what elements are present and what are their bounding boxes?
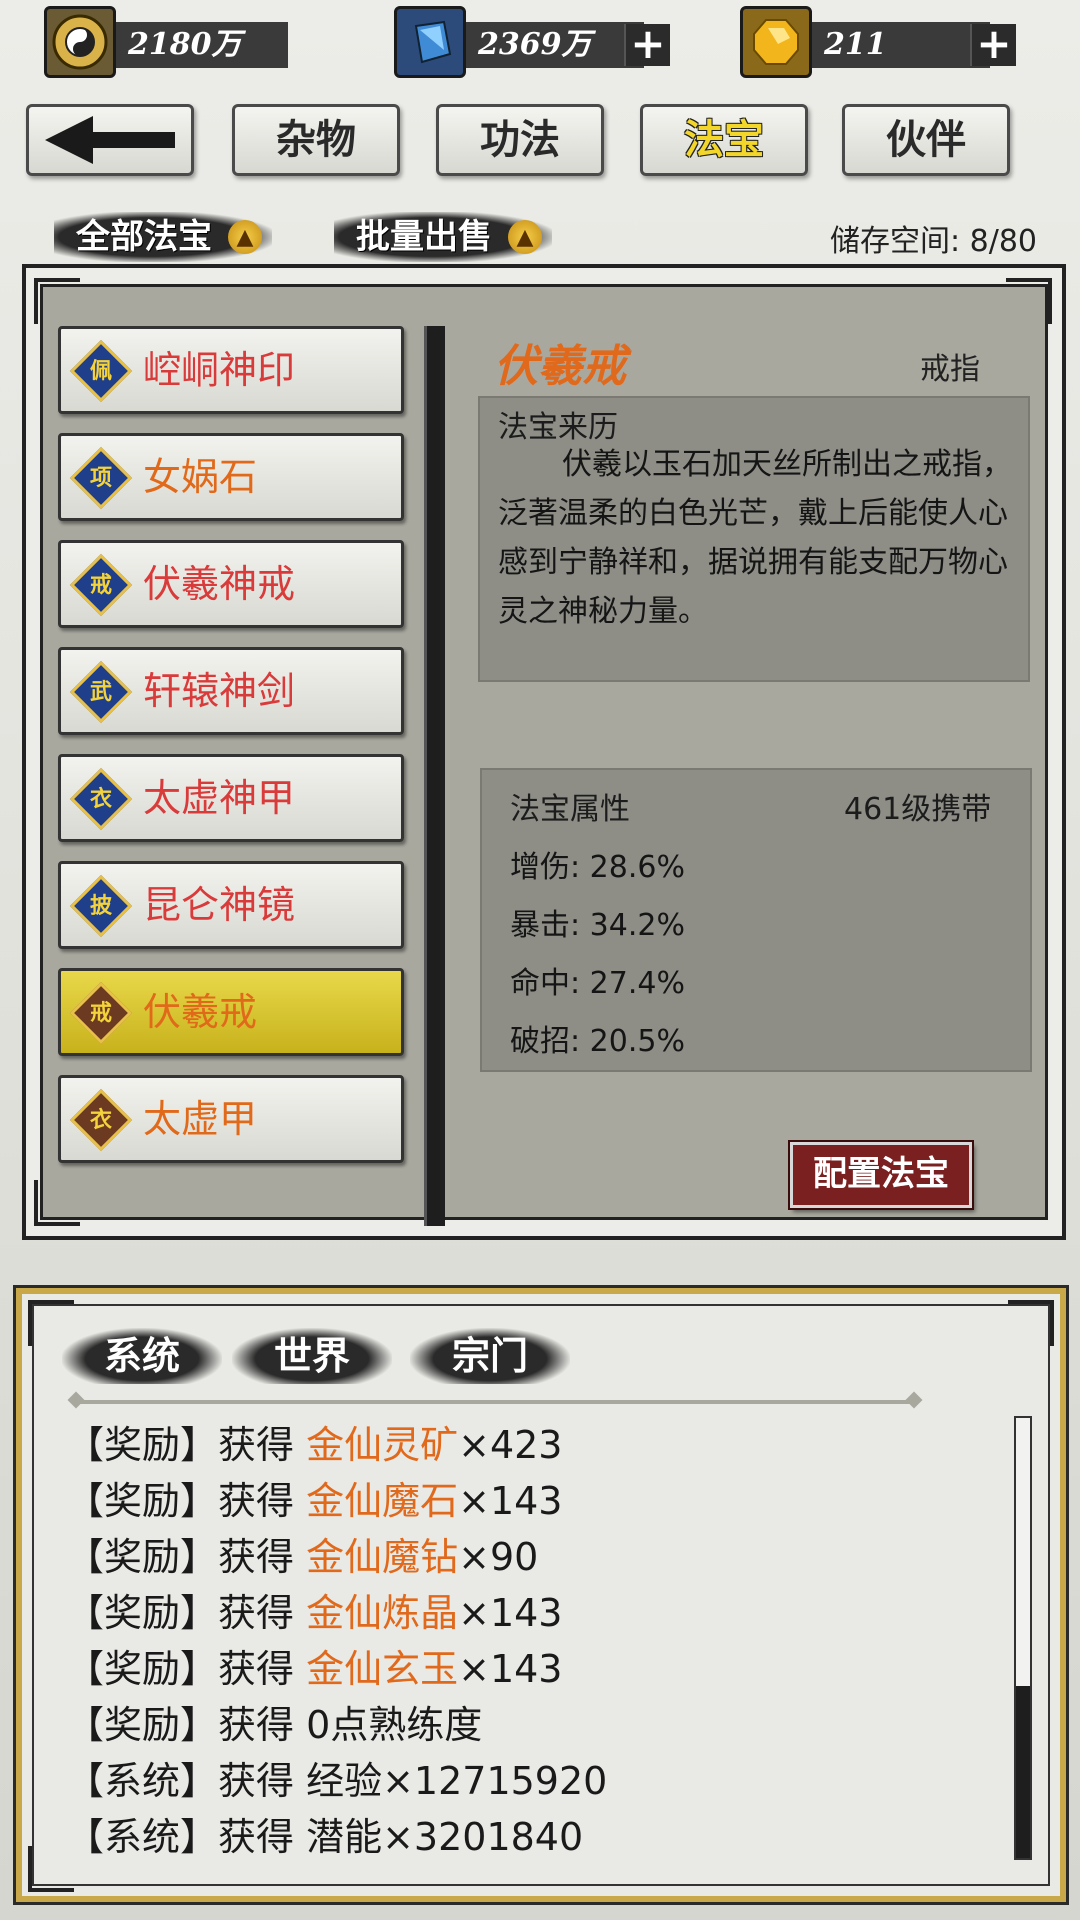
- tab-companions[interactable]: 伙伴: [842, 104, 1010, 176]
- chat-message: 【奖励】获得 金仙玄玉×143: [66, 1647, 563, 1691]
- chat-tab-sect[interactable]: 宗门: [410, 1328, 570, 1384]
- treasure-name: 伏羲戒: [143, 990, 258, 1034]
- treasure-name: 太虚神甲: [143, 776, 296, 820]
- chat-message: 【系统】获得 经验×12715920: [66, 1759, 608, 1803]
- chat-message: 【奖励】获得 0点熟练度: [66, 1703, 483, 1747]
- tab-techniques[interactable]: 功法: [436, 104, 604, 176]
- yin-yang-coin-icon: [44, 6, 116, 78]
- item-list-scrollbar[interactable]: [424, 326, 445, 1226]
- chat-message: 【系统】获得 潜能×3201840: [66, 1815, 584, 1859]
- all-treasures-filter[interactable]: 全部法宝 ▲: [54, 212, 272, 262]
- treasure-item[interactable]: 披 昆仑神镜: [58, 861, 404, 949]
- treasure-item[interactable]: 衣 太虚甲: [58, 1075, 404, 1163]
- chat-message: 【奖励】获得 金仙魔钻×90: [66, 1535, 539, 1579]
- tab-sundries[interactable]: 杂物: [232, 104, 400, 176]
- treasure-item[interactable]: 项 女娲石: [58, 433, 404, 521]
- treasure-item[interactable]: 武 轩辕神剑: [58, 647, 404, 735]
- treasure-name: 昆仑神镜: [143, 883, 296, 927]
- chat-divider: [78, 1400, 912, 1404]
- treasure-name: 女娲石: [143, 455, 258, 499]
- attribute-crit: 暴击: 34.2%: [510, 908, 685, 943]
- coins-value: 2180万: [116, 22, 288, 68]
- treasure-item[interactable]: 佩 崆峒神印: [58, 326, 404, 414]
- currency-coins: 2180万: [44, 6, 288, 78]
- treasure-item-selected[interactable]: 戒 伏羲戒: [58, 968, 404, 1056]
- history-text: 伏羲以玉石加天丝所制出之戒指，泛著温柔的白色光芒，戴上后能使人心感到宁静祥和，据…: [498, 447, 1012, 629]
- attributes-header: 法宝属性: [510, 792, 630, 827]
- treasure-name: 崆峒神印: [143, 348, 296, 392]
- crystals-value: 2369万: [466, 22, 644, 68]
- batch-sell-button[interactable]: 批量出售 ▲: [334, 212, 552, 262]
- treasure-name: 太虚甲: [143, 1097, 258, 1141]
- attribute-damage: 增伤: 28.6%: [510, 850, 685, 885]
- attribute-hit: 命中: 27.4%: [510, 966, 685, 1001]
- add-gold-button[interactable]: +: [970, 23, 1016, 66]
- configure-treasure-button[interactable]: 配置法宝: [788, 1140, 974, 1210]
- up-arrow-icon: ▲: [228, 220, 262, 254]
- left-arrow-icon: [35, 116, 185, 180]
- gold-gem-icon: [740, 6, 812, 78]
- treasure-title: 伏羲戒: [494, 341, 626, 392]
- chat-message: 【奖励】获得 金仙炼晶×143: [66, 1591, 563, 1635]
- currency-gold: 211 +: [740, 6, 1018, 78]
- attribute-break: 破招: 20.5%: [510, 1024, 685, 1059]
- carry-level: 461级携带: [844, 792, 992, 827]
- treasure-name: 轩辕神剑: [143, 669, 296, 713]
- back-button[interactable]: [26, 104, 194, 176]
- treasure-item[interactable]: 衣 太虚神甲: [58, 754, 404, 842]
- chat-scrollbar-thumb[interactable]: [1016, 1686, 1030, 1858]
- tab-treasures[interactable]: 法宝: [640, 104, 808, 176]
- treasure-item[interactable]: 戒 伏羲神戒: [58, 540, 404, 628]
- gold-value: 211: [812, 22, 990, 68]
- up-arrow-icon: ▲: [508, 220, 542, 254]
- blue-crystal-icon: [394, 6, 466, 78]
- add-crystals-button[interactable]: +: [624, 23, 670, 66]
- chat-tab-system[interactable]: 系统: [62, 1328, 222, 1384]
- corner-ornament: [1006, 278, 1052, 324]
- currency-crystals: 2369万 +: [394, 6, 672, 78]
- chat-scrollbar[interactable]: [1014, 1416, 1032, 1860]
- storage-space-label: 储存空间: 8/80: [830, 224, 1038, 259]
- corner-ornament: [1008, 1300, 1054, 1346]
- corner-ornament: [34, 1180, 80, 1226]
- treasure-type: 戒指: [920, 352, 980, 387]
- chat-tab-world[interactable]: 世界: [232, 1328, 392, 1384]
- chat-message: 【奖励】获得 金仙灵矿×423: [66, 1423, 563, 1467]
- treasure-name: 伏羲神戒: [143, 562, 296, 606]
- chat-message: 【奖励】获得 金仙魔石×143: [66, 1479, 563, 1523]
- corner-ornament: [34, 278, 80, 324]
